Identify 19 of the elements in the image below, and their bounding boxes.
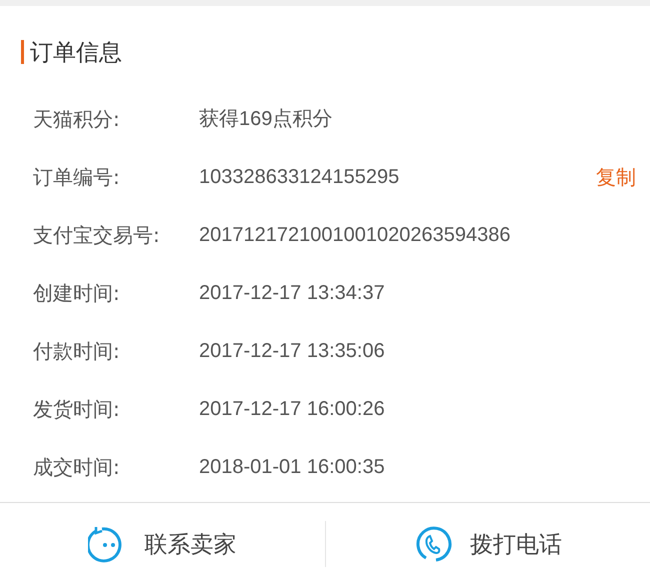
call-button[interactable]: 拨打电话 <box>326 503 650 580</box>
field-value: 103328633124155295 <box>199 164 400 190</box>
field-label: 成交时间: <box>33 454 121 480</box>
field-label: 创建时间: <box>33 280 121 306</box>
field-value: 2018-01-01 16:00:35 <box>199 454 386 480</box>
contact-button[interactable]: 联系卖家 <box>0 503 324 580</box>
field-value: 获得169点积分 <box>199 106 334 132</box>
field-label: 发货时间: <box>33 396 121 422</box>
field-value: 2017121721001001020263594386 <box>199 222 512 248</box>
field-label: 支付宝交易号: <box>33 222 161 248</box>
field-label: 订单编号: <box>33 164 121 190</box>
field-value: 2017-12-17 16:00:26 <box>199 396 386 422</box>
accent-bar <box>21 40 24 64</box>
field-value: 2017-12-17 13:35:06 <box>199 338 386 364</box>
section-title: 订单信息 <box>30 38 122 68</box>
field-label: 天猫积分: <box>33 106 121 132</box>
field-label: 付款时间: <box>33 338 121 364</box>
field-value: 2017-12-17 13:34:37 <box>199 280 386 306</box>
phone-icon <box>414 525 452 563</box>
